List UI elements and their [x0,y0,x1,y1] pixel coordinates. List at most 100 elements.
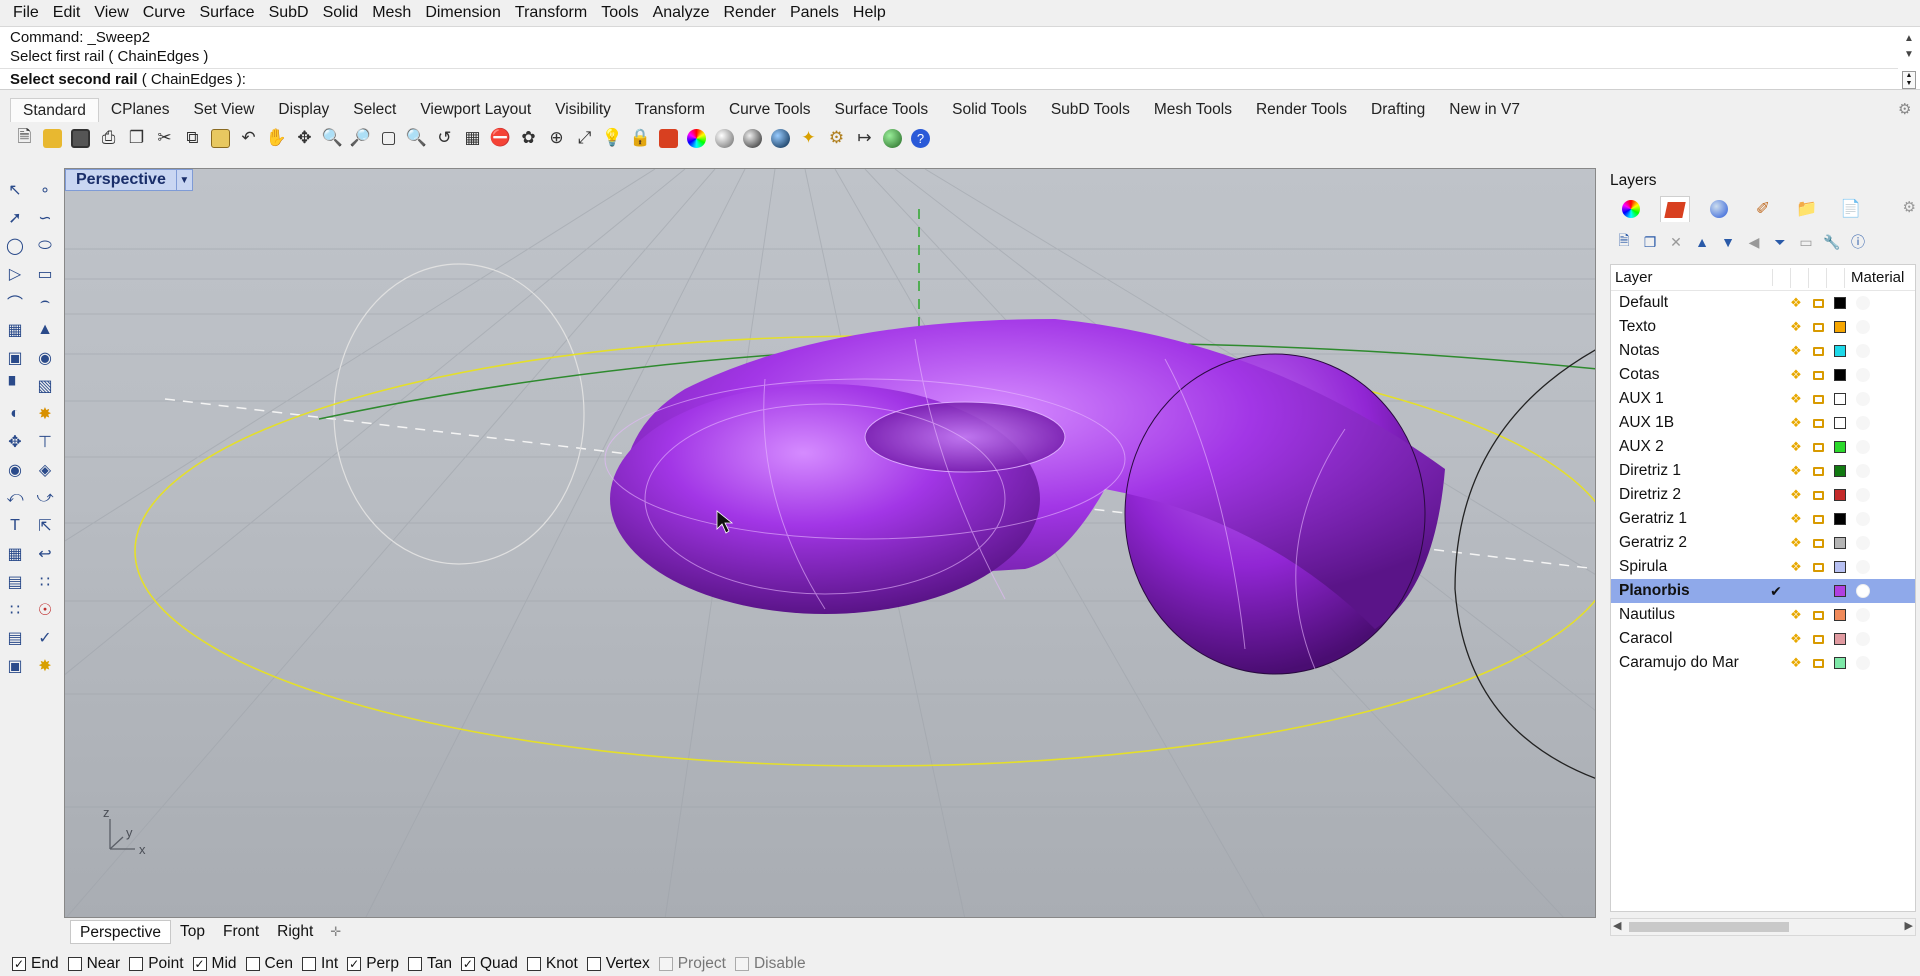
layer-color-swatch[interactable] [1834,297,1846,309]
current-layer-check-icon[interactable]: ✔ [1767,583,1785,600]
menu-mesh[interactable]: Mesh [365,0,418,26]
viewport-tab-perspective[interactable]: Perspective [70,920,171,944]
point-icon[interactable]: ∘ [32,178,58,202]
lock-icon[interactable] [1807,514,1829,524]
visibility-bulb-icon[interactable]: ❖ [1785,319,1807,335]
layer-row[interactable]: Default ❖ [1611,291,1915,315]
osnap-knot[interactable]: Knot [526,955,578,973]
color-wheel-icon[interactable] [684,126,709,151]
layer-row[interactable]: Texto ❖ [1611,315,1915,339]
move-up-icon[interactable]: ▲ [1692,232,1712,252]
undo-icon[interactable]: ↶ [236,126,261,151]
cut-icon[interactable]: ✂ [152,126,177,151]
menu-curve[interactable]: Curve [136,0,193,26]
polygon-icon[interactable]: ▷ [2,262,28,286]
delete-layer-icon[interactable]: ✕ [1666,232,1686,252]
lock-icon[interactable] [1807,298,1829,308]
osnap-checkbox[interactable] [67,957,82,971]
cplane-icon[interactable]: ⊕ [544,126,569,151]
layer-color-swatch[interactable] [1834,465,1846,477]
move-out-icon[interactable]: ◀ [1744,232,1764,252]
layer-row[interactable]: Diretriz 1 ❖ [1611,459,1915,483]
visibility-bulb-icon[interactable]: ❖ [1785,631,1807,647]
toolbar-tab-mesh-tools[interactable]: Mesh Tools [1142,98,1244,122]
visibility-bulb-icon[interactable]: ❖ [1785,535,1807,551]
pan-hand-icon[interactable]: ✋ [264,126,289,151]
osnap-end[interactable]: ✓ End [12,955,59,973]
curve-arc-icon[interactable]: ⌢ [32,290,58,314]
layer-color-swatch[interactable] [1834,345,1846,357]
column-layer[interactable]: Layer [1611,269,1773,286]
subd-icon[interactable]: ◐ [2,402,28,426]
circle-icon[interactable]: ◯ [2,234,28,258]
material-icon[interactable] [1856,344,1870,358]
surface-icon[interactable]: ▦ [2,318,28,342]
osnap-near[interactable]: Near [67,955,120,973]
layer-color-swatch[interactable] [1834,585,1846,597]
select-points-icon[interactable]: ⤢ [572,126,597,151]
layer-row[interactable]: AUX 2 ❖ [1611,435,1915,459]
visibility-bulb-icon[interactable]: ❖ [1785,607,1807,623]
zoom-window-icon[interactable]: 🔎 [348,126,373,151]
lock-icon[interactable] [1807,562,1829,572]
analyze-icon[interactable]: ☉ [32,598,58,622]
material-icon[interactable] [1856,296,1870,310]
lock-icon[interactable] [1807,466,1829,476]
lock-icon[interactable]: 🔒 [628,126,653,151]
check-icon[interactable]: ✓ [32,626,58,650]
layer-row[interactable]: Spirula ❖ [1611,555,1915,579]
menu-render[interactable]: Render [717,0,783,26]
material-icon[interactable] [1856,368,1870,382]
material-icon[interactable] [1856,632,1870,646]
visibility-bulb-icon[interactable]: ❖ [1785,655,1807,671]
menu-edit[interactable]: Edit [46,0,88,26]
visibility-bulb-icon[interactable]: ❖ [1785,367,1807,383]
menu-solid[interactable]: Solid [316,0,366,26]
menu-transform[interactable]: Transform [508,0,594,26]
osnap-checkbox[interactable] [734,957,749,971]
polyline-icon[interactable]: ➚ [2,206,28,230]
command-prompt[interactable]: Select second rail ( ChainEdges ): [0,68,1898,90]
transform-icon[interactable]: ⇱ [32,514,58,538]
light-bulb-icon[interactable]: 💡 [600,126,625,151]
menu-subd[interactable]: SubD [262,0,316,26]
toolbar-tab-set-view[interactable]: Set View [182,98,267,122]
surface-edit-icon[interactable]: ▲ [32,318,58,342]
rectangle-icon[interactable]: ▭ [32,262,58,286]
layer-icon[interactable] [656,126,681,151]
viewport-title[interactable]: Perspective ▼ [65,169,193,191]
scrollbar-thumb[interactable] [1629,922,1789,932]
toolbar-tab-solid-tools[interactable]: Solid Tools [940,98,1039,122]
solid-union-icon[interactable]: ◉ [32,346,58,370]
copy-icon[interactable]: ⧉ [180,126,205,151]
dimension-icon[interactable]: ↦ [852,126,877,151]
osnap-quad[interactable]: ✓ Quad [460,955,518,973]
lock-icon[interactable] [1807,658,1829,668]
toolbar-tab-select[interactable]: Select [341,98,408,122]
osnap-checkbox[interactable]: ✓ [347,957,362,971]
shaded-sphere-icon[interactable] [740,126,765,151]
move-icon[interactable]: ✥ [2,430,28,454]
dimension-tool-icon[interactable]: ▤ [2,570,28,594]
viewport-tab-right[interactable]: Right [268,920,322,944]
material-icon[interactable] [1856,392,1870,406]
light-icon[interactable]: ✦ [796,126,821,151]
group-icon[interactable]: ▦ [2,542,28,566]
lock-icon[interactable] [1807,442,1829,452]
osnap-checkbox[interactable]: ✓ [460,957,475,971]
lock-icon[interactable] [1807,322,1829,332]
toolbar-tab-new-in-v7[interactable]: New in V7 [1437,98,1532,122]
toolbar-tab-visibility[interactable]: Visibility [543,98,623,122]
visibility-bulb-icon[interactable]: ❖ [1785,415,1807,431]
osnap-checkbox[interactable] [129,957,144,971]
material-icon[interactable] [1856,608,1870,622]
box-icon[interactable]: ▣ [2,346,28,370]
layer-color-swatch[interactable] [1834,489,1846,501]
layout-icon[interactable]: ∷ [32,570,58,594]
toolbar-tab-cplanes[interactable]: CPlanes [99,98,182,122]
scroll-down-icon[interactable]: ▼ [1902,45,1916,63]
array-icon[interactable]: ∷ [2,598,28,622]
layer-help-icon[interactable]: ⓘ [1848,232,1868,252]
print-icon[interactable]: ⎙ [96,126,121,151]
fillet-icon[interactable]: ⤺ [2,486,28,510]
